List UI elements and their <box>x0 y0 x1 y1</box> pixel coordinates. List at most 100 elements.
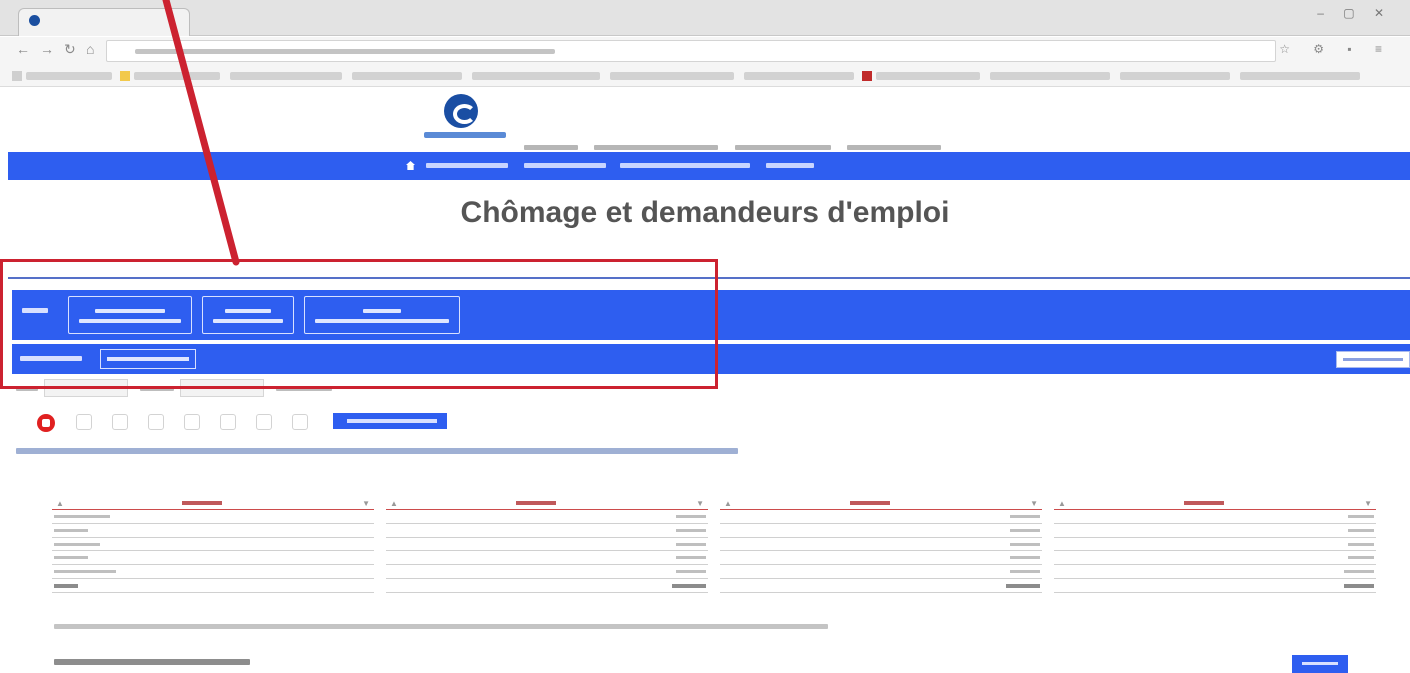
bookmark-icon <box>862 71 872 81</box>
breadcrumb-item[interactable] <box>426 163 508 168</box>
table-row <box>720 524 1042 538</box>
bookmark-item[interactable] <box>876 72 980 80</box>
main-navigation <box>524 137 1044 168</box>
other-filters-label <box>20 356 82 361</box>
table-row <box>52 565 374 579</box>
page-title: Chômage et demandeurs d'emploi <box>460 196 950 229</box>
address-bar[interactable] <box>106 40 1276 62</box>
source-note <box>54 659 250 665</box>
bookmark-item[interactable] <box>134 72 220 80</box>
browser-toolbar: ← → ↻ ⌂ ☆ ⚙ ▪ ≡ <box>0 37 1410 65</box>
tool-icon-6[interactable] <box>256 414 272 430</box>
select-label <box>140 386 174 391</box>
table-row <box>720 538 1042 552</box>
select-label <box>16 386 38 391</box>
bookmarks-bar <box>0 65 1410 87</box>
table-header[interactable]: ▲ ▼ <box>1054 496 1376 510</box>
breadcrumb-home-icon[interactable] <box>406 161 415 170</box>
bookmark-item[interactable] <box>990 72 1110 80</box>
table-header[interactable]: ▲ ▼ <box>52 496 374 510</box>
table-row <box>52 538 374 552</box>
table-subtitle <box>16 448 738 454</box>
tool-icon-2[interactable] <box>112 414 128 430</box>
table-row <box>1054 510 1376 524</box>
reload-icon[interactable]: ↻ <box>64 41 76 58</box>
select-label <box>276 386 332 391</box>
site-favicon-icon <box>29 15 40 26</box>
tool-icon-4[interactable] <box>184 414 200 430</box>
bookmark-icon <box>12 71 22 81</box>
table-footnote <box>54 624 828 629</box>
table-row <box>1054 551 1376 566</box>
table-total-row <box>52 579 374 593</box>
bookmark-item[interactable] <box>352 72 462 80</box>
table-header[interactable]: ▲ ▼ <box>386 496 708 510</box>
browser-tab[interactable] <box>18 8 190 36</box>
bookmark-item[interactable] <box>1240 72 1360 80</box>
colonnes-select[interactable] <box>180 379 264 397</box>
table-row <box>386 510 708 524</box>
filters-label <box>22 308 48 313</box>
filters-bar <box>12 290 1410 340</box>
bookmark-item[interactable] <box>610 72 734 80</box>
pole-emploi-logo[interactable] <box>424 94 506 152</box>
table-row <box>720 551 1042 566</box>
table-total-row <box>386 579 708 593</box>
home-icon[interactable]: ⌂ <box>86 41 94 57</box>
table-row <box>1054 565 1376 579</box>
table-row <box>386 524 708 538</box>
table-row <box>720 510 1042 524</box>
other-filter-chip[interactable] <box>100 349 196 369</box>
table-column: ▲ ▼ <box>52 496 374 593</box>
bookmark-item[interactable] <box>744 72 854 80</box>
breadcrumb-item[interactable] <box>524 163 606 168</box>
filter-zone-geographique[interactable] <box>68 296 192 334</box>
table-row <box>1054 538 1376 552</box>
table-header[interactable]: ▲ ▼ <box>720 496 1042 510</box>
logo-mark-icon <box>444 94 478 128</box>
browser-tab-strip: – ▢ ✕ <box>0 0 1410 36</box>
table-row <box>720 565 1042 579</box>
tool-icon-1[interactable] <box>76 414 92 430</box>
lignes-select[interactable] <box>44 379 128 397</box>
bookmark-item[interactable] <box>472 72 600 80</box>
breadcrumb-bar <box>8 152 1410 180</box>
breadcrumb-current <box>766 163 814 168</box>
table-column: ▲ ▼ <box>386 496 708 593</box>
table-total-row <box>720 579 1042 593</box>
table-row <box>386 565 708 579</box>
bookmark-item[interactable] <box>26 72 112 80</box>
forward-icon[interactable]: → <box>40 41 54 57</box>
table-row <box>386 551 708 566</box>
filter-categorie[interactable] <box>202 296 294 334</box>
main-nav-item[interactable] <box>524 145 578 150</box>
table-total-row <box>1054 579 1376 593</box>
main-nav-item[interactable] <box>847 145 942 150</box>
stop-icon[interactable] <box>37 414 55 432</box>
back-icon[interactable]: ← <box>16 41 30 57</box>
table-row <box>52 551 374 566</box>
bookmark-item[interactable] <box>230 72 342 80</box>
export-data-button[interactable] <box>333 413 447 429</box>
tool-icon-3[interactable] <box>148 414 164 430</box>
table-row <box>52 524 374 538</box>
tool-icon-5[interactable] <box>220 414 236 430</box>
table-row <box>52 510 374 524</box>
other-filters-bar <box>12 344 1410 374</box>
table-column: ▲ ▼ <box>1054 496 1376 593</box>
reset-filters-button[interactable] <box>1336 351 1410 368</box>
main-nav-item[interactable] <box>594 145 719 150</box>
main-nav-item[interactable] <box>734 145 831 150</box>
table-row <box>1054 524 1376 538</box>
filter-periode[interactable] <box>304 296 460 334</box>
section-divider <box>8 277 1410 279</box>
breadcrumb-item[interactable] <box>620 163 750 168</box>
table-column: ▲ ▼ <box>720 496 1042 593</box>
address-bar-url <box>135 49 555 54</box>
categories-button[interactable] <box>1292 655 1348 673</box>
bookmark-item[interactable] <box>1120 72 1230 80</box>
extension-icons[interactable]: ☆ ⚙ ▪ ≡ <box>1279 42 1392 56</box>
window-controls[interactable]: – ▢ ✕ <box>1317 6 1392 20</box>
tool-icon-7[interactable] <box>292 414 308 430</box>
logo-wordmark <box>424 132 506 138</box>
